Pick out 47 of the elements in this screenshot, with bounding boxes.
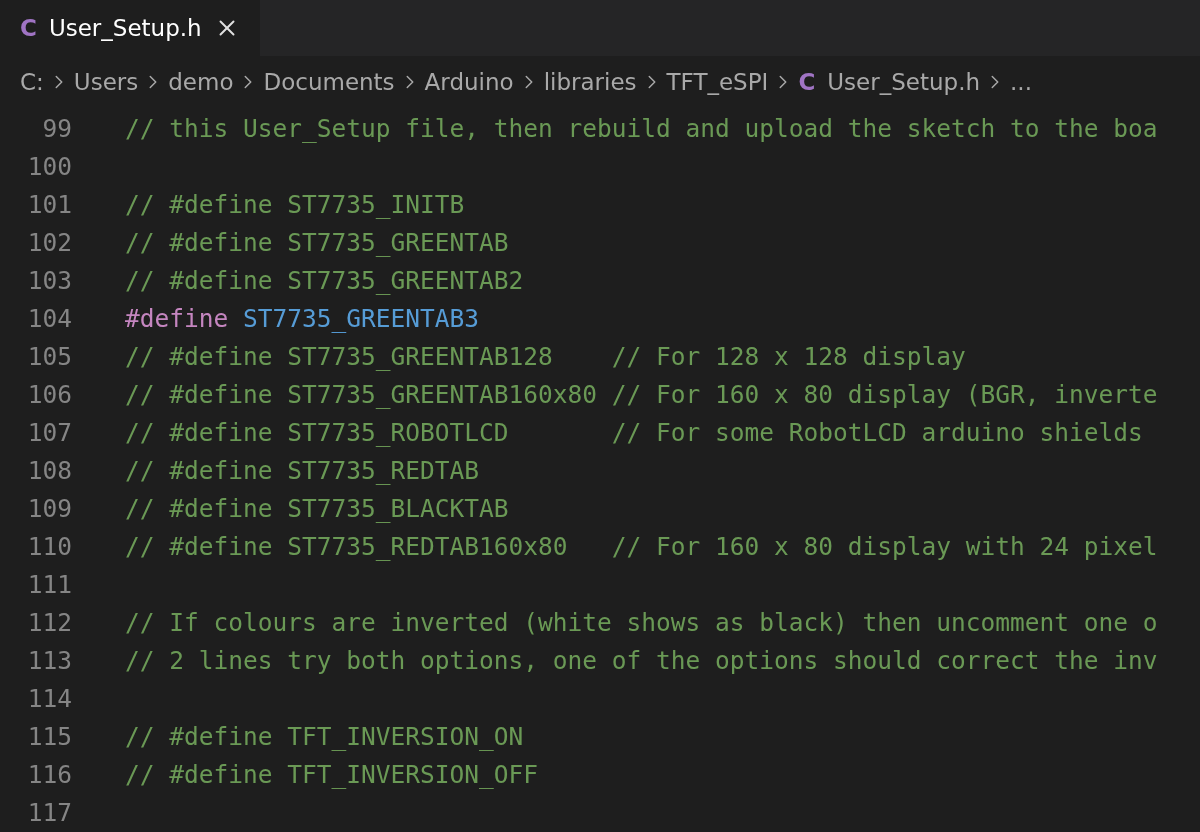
- line-number: 112: [26, 607, 72, 637]
- line-number: 116: [26, 759, 72, 789]
- line-number: 101: [26, 189, 72, 219]
- line-number: 111: [26, 569, 72, 599]
- line-number: 113: [26, 645, 72, 675]
- code-line: // #define ST7735_GREENTAB160x80 // For 160 x 80 display (BGR, inverte: [125, 379, 1158, 409]
- code-line: // #define ST7735_REDTAB: [125, 455, 479, 485]
- code-line: // #define ST7735_GREENTAB128 // For 128 x 128 display: [125, 341, 966, 371]
- breadcrumb-item[interactable]: Documents: [263, 69, 395, 95]
- code-line: // #define ST7735_INITB: [125, 189, 465, 219]
- breadcrumb-item[interactable]: C User_Setup.h: [798, 69, 981, 95]
- breadcrumb-item[interactable]: Users: [73, 69, 139, 95]
- line-number: 117: [26, 797, 72, 827]
- language-icon: C: [798, 69, 816, 95]
- line-number: 107: [26, 417, 72, 447]
- code-line: // #define TFT_INVERSION_OFF: [125, 759, 538, 789]
- line-number: 103: [26, 265, 72, 295]
- line-number: 115: [26, 721, 72, 751]
- line-number: 106: [26, 379, 72, 409]
- code-line: // #define TFT_INVERSION_ON: [125, 721, 524, 751]
- line-number: 114: [26, 683, 72, 713]
- line-number: 109: [26, 493, 72, 523]
- code-line: #define ST7735_GREENTAB3: [125, 303, 480, 333]
- line-number: 108: [26, 455, 72, 485]
- line-number: 110: [26, 531, 72, 561]
- breadcrumb-item[interactable]: ...: [1010, 69, 1032, 95]
- code-line: // #define ST7735_ROBOTLCD // For some RobotLCD arduino shields: [125, 417, 1143, 447]
- code-line: // #define ST7735_GREENTAB2: [125, 265, 524, 295]
- language-icon: C: [20, 15, 37, 41]
- code-line: // this User_Setup file, then rebuild and upload the sketch to the boa: [125, 113, 1158, 143]
- breadcrumb-label[interactable]: User_Setup.h: [827, 69, 981, 95]
- code-line: // #define ST7735_BLACKTAB: [125, 493, 509, 523]
- code-line: // #define ST7735_GREENTAB: [125, 227, 509, 257]
- line-number: 100: [26, 151, 72, 181]
- breadcrumb-item[interactable]: libraries: [543, 69, 637, 95]
- breadcrumb-item[interactable]: demo: [168, 69, 234, 95]
- breadcrumb-item[interactable]: Arduino: [424, 69, 514, 95]
- line-number: 104: [26, 303, 72, 333]
- breadcrumb-item[interactable]: TFT_eSPI: [666, 69, 769, 95]
- code-line: // #define ST7735_REDTAB160x80 // For 160 x 80 display with 24 pixel: [125, 531, 1158, 561]
- breadcrumb-item[interactable]: C:: [20, 69, 44, 95]
- code-line: // 2 lines try both options, one of the options should correct the inv: [125, 645, 1158, 675]
- line-number: 105: [26, 341, 72, 371]
- line-number: 99: [41, 113, 72, 143]
- line-number: 102: [26, 227, 72, 257]
- editor-tab[interactable]: C User_Setup.h: [0, 0, 260, 56]
- code-line: // If colours are inverted (white shows as black) then uncomment one o: [125, 607, 1158, 637]
